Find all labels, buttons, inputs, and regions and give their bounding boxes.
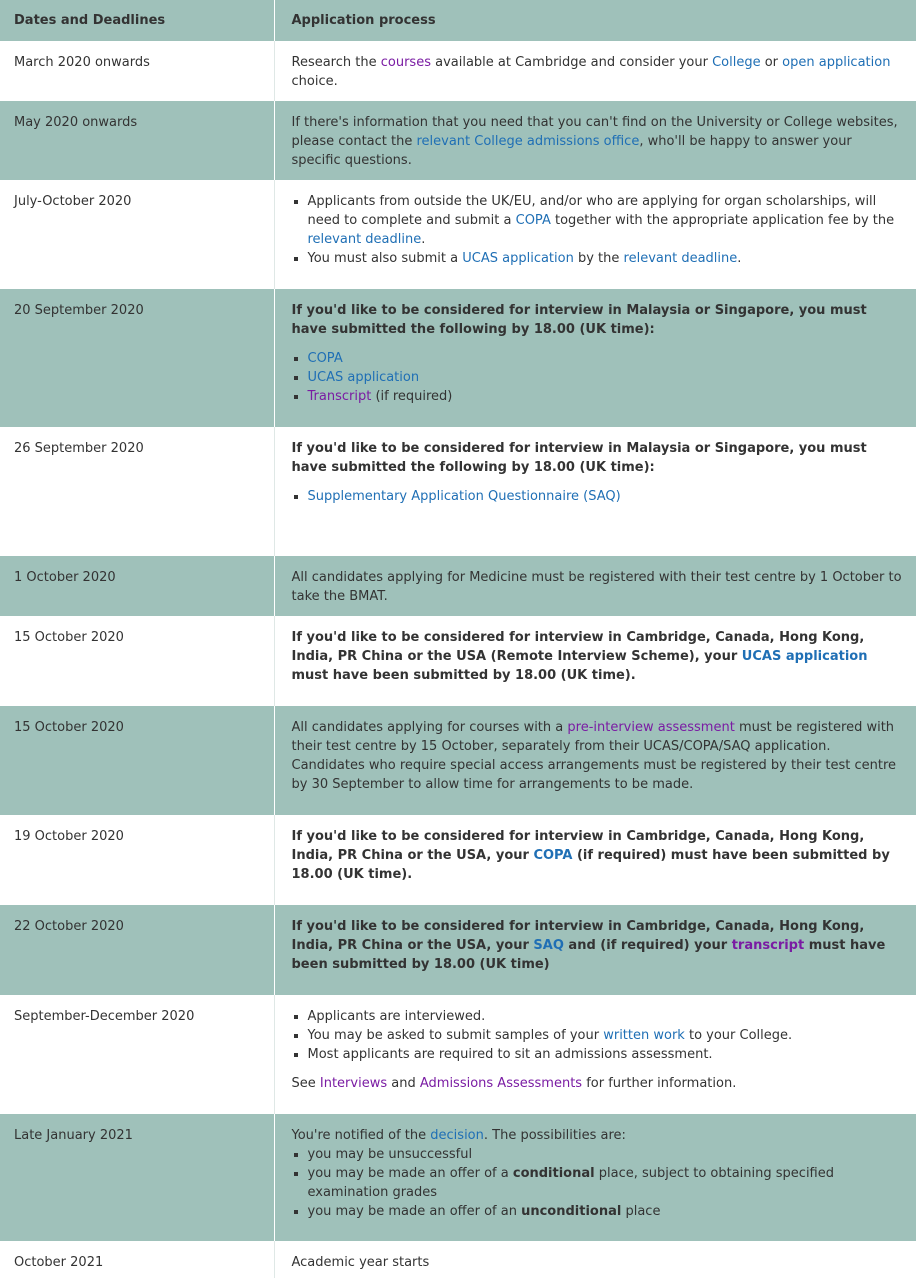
row-date: Late January 2021 bbox=[0, 1114, 275, 1241]
table-row: 1 October 2020 All candidates applying f… bbox=[0, 556, 916, 616]
row-date: 1 October 2020 bbox=[0, 556, 275, 616]
ucas-application-link[interactable]: UCAS application bbox=[742, 649, 868, 664]
row-date: 22 October 2020 bbox=[0, 905, 275, 995]
row-date: 15 October 2020 bbox=[0, 706, 275, 815]
row-process: All candidates applying for courses with… bbox=[274, 706, 916, 815]
table-row: 22 October 2020 If you'd like to be cons… bbox=[0, 905, 916, 995]
ucas-application-link[interactable]: UCAS application bbox=[308, 370, 420, 385]
list-item: Transcript (if required) bbox=[292, 387, 903, 406]
row-date: 15 October 2020 bbox=[0, 616, 275, 706]
copa-link[interactable]: COPA bbox=[533, 848, 572, 863]
list-item: You must also submit a UCAS application … bbox=[292, 249, 903, 268]
row-date: 20 September 2020 bbox=[0, 289, 275, 427]
row-process: If you'd like to be considered for inter… bbox=[291, 829, 890, 882]
list-item: UCAS application bbox=[292, 368, 903, 387]
list-item: Applicants from outside the UK/EU, and/o… bbox=[292, 192, 903, 249]
row-process: Academic year starts bbox=[291, 1255, 430, 1270]
bullet-list: Applicants from outside the UK/EU, and/o… bbox=[292, 192, 903, 268]
row-process: Applicants from outside the UK/EU, and/o… bbox=[274, 180, 916, 289]
row-date: March 2020 onwards bbox=[0, 41, 275, 101]
table-row: September-December 2020 Applicants are i… bbox=[0, 995, 916, 1114]
row-date: 19 October 2020 bbox=[0, 815, 275, 905]
copa-link[interactable]: COPA bbox=[516, 213, 551, 228]
table-row: 26 September 2020 If you'd like to be co… bbox=[0, 427, 916, 556]
relevant-deadline-link[interactable]: relevant deadline bbox=[624, 251, 738, 266]
admissions-office-link[interactable]: relevant College admissions office bbox=[416, 134, 639, 149]
row-process: You're notified of the decision. The pos… bbox=[274, 1114, 916, 1241]
row-date: September-December 2020 bbox=[0, 995, 275, 1114]
ucas-application-link[interactable]: UCAS application bbox=[462, 251, 574, 266]
row-process: If you'd like to be considered for inter… bbox=[291, 630, 868, 683]
bullet-list: Applicants are interviewed. You may be a… bbox=[292, 1007, 903, 1064]
further-info: See Interviews and Admissions Assessment… bbox=[291, 1076, 737, 1091]
row-date: July-October 2020 bbox=[0, 180, 275, 289]
row-process: If you'd like to be considered for inter… bbox=[274, 427, 916, 556]
copa-link[interactable]: COPA bbox=[308, 351, 343, 366]
row-date: October 2021 bbox=[0, 1241, 275, 1278]
table-row: October 2021 Academic year starts bbox=[0, 1241, 916, 1278]
bullet-list: COPA UCAS application Transcript (if req… bbox=[292, 349, 903, 406]
row-date: 26 September 2020 bbox=[0, 427, 275, 556]
row-process: Research the courses available at Cambri… bbox=[291, 55, 891, 89]
interviews-link[interactable]: Interviews bbox=[320, 1076, 387, 1091]
table-row: Late January 2021 You're notified of the… bbox=[0, 1114, 916, 1241]
table-row: March 2020 onwards Research the courses … bbox=[0, 41, 916, 101]
list-item: Supplementary Application Questionnaire … bbox=[292, 487, 903, 506]
pre-interview-assessment-link[interactable]: pre-interview assessment bbox=[567, 720, 734, 735]
list-item: you may be made an offer of a conditiona… bbox=[292, 1164, 903, 1202]
dates-deadlines-table: Dates and Deadlines Application process … bbox=[0, 0, 916, 1278]
row-heading: If you'd like to be considered for inter… bbox=[291, 303, 867, 337]
list-item: you may be made an offer of an unconditi… bbox=[292, 1202, 903, 1221]
bullet-list: Supplementary Application Questionnaire … bbox=[292, 487, 903, 506]
list-item: you may be unsuccessful bbox=[292, 1145, 903, 1164]
row-process: If you'd like to be considered for inter… bbox=[274, 289, 916, 427]
row-date: May 2020 onwards bbox=[0, 101, 275, 180]
courses-link[interactable]: courses bbox=[381, 55, 431, 70]
list-item: Applicants are interviewed. bbox=[292, 1007, 903, 1026]
decision-link[interactable]: decision bbox=[430, 1128, 484, 1143]
header-dates: Dates and Deadlines bbox=[0, 0, 275, 41]
list-item: COPA bbox=[292, 349, 903, 368]
admissions-assessments-link[interactable]: Admissions Assessments bbox=[420, 1076, 582, 1091]
table-row: 15 October 2020 All candidates applying … bbox=[0, 706, 916, 815]
table-header-row: Dates and Deadlines Application process bbox=[0, 0, 916, 41]
row-process: If you'd like to be considered for inter… bbox=[274, 905, 916, 995]
relevant-deadline-link[interactable]: relevant deadline bbox=[308, 232, 422, 247]
row-heading: If you'd like to be considered for inter… bbox=[291, 441, 867, 475]
list-item: You may be asked to submit samples of yo… bbox=[292, 1026, 903, 1045]
table-row: 15 October 2020 If you'd like to be cons… bbox=[0, 616, 916, 706]
table-row: May 2020 onwards If there's information … bbox=[0, 101, 916, 180]
open-application-link[interactable]: open application bbox=[782, 55, 890, 70]
table-row: 20 September 2020 If you'd like to be co… bbox=[0, 289, 916, 427]
row-process: Applicants are interviewed. You may be a… bbox=[274, 995, 916, 1114]
table-row: 19 October 2020 If you'd like to be cons… bbox=[0, 815, 916, 905]
bullet-list: you may be unsuccessful you may be made … bbox=[292, 1145, 903, 1221]
transcript-link[interactable]: transcript bbox=[732, 938, 804, 953]
written-work-link[interactable]: written work bbox=[603, 1028, 685, 1043]
college-link[interactable]: College bbox=[712, 55, 761, 70]
row-process: All candidates applying for Medicine mus… bbox=[274, 556, 916, 616]
saq-link[interactable]: SAQ bbox=[533, 938, 563, 953]
transcript-link[interactable]: Transcript bbox=[308, 389, 372, 404]
saq-link[interactable]: Supplementary Application Questionnaire … bbox=[308, 489, 621, 504]
header-process: Application process bbox=[274, 0, 916, 41]
table-row: July-October 2020 Applicants from outsid… bbox=[0, 180, 916, 289]
list-item: Most applicants are required to sit an a… bbox=[292, 1045, 903, 1064]
row-process: If there's information that you need tha… bbox=[274, 101, 916, 180]
